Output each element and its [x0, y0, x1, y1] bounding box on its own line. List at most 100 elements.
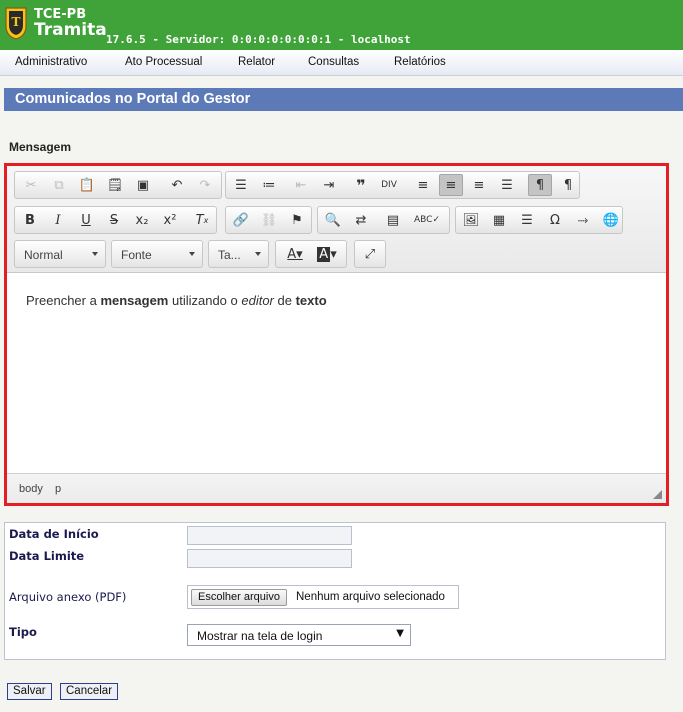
align-left-icon[interactable]: ≡: [411, 174, 435, 196]
copy-icon[interactable]: ⧉: [47, 174, 71, 196]
tipo-label: Tipo: [9, 625, 37, 639]
bold-icon[interactable]: B: [18, 209, 42, 231]
tce-pb-logo: T: [5, 7, 27, 40]
justify-icon[interactable]: ☰: [495, 174, 519, 196]
chevron-down-icon: [255, 252, 261, 256]
italic-icon[interactable]: I: [46, 209, 70, 231]
iframe-icon[interactable]: 🌐: [599, 209, 623, 231]
tools-group: ⤢: [354, 240, 386, 268]
menu-relator[interactable]: Relator: [238, 56, 275, 68]
paste-text-icon[interactable]: 🗒: [103, 174, 127, 196]
message-form: Data de Início Data Limite Arquivo anexo…: [4, 522, 666, 660]
find-icon[interactable]: 🔍: [321, 209, 345, 231]
tipo-select-value: Mostrar na tela de login: [197, 629, 323, 643]
image-icon[interactable]: 🖼: [459, 209, 483, 231]
data-inicio-label: Data de Início: [9, 527, 99, 541]
content-italic: editor: [241, 293, 274, 308]
menu-ato-processual[interactable]: Ato Processual: [125, 56, 202, 68]
arquivo-label: Arquivo anexo (PDF): [9, 590, 127, 604]
rich-text-editor: ✂ ⧉ 📋 🗒 ▣ ↶ ↷ ☰ ≔ ⇤ ⇥ ❞ DIV ≡ ≡ ≡ ☰ ¶ ¶ …: [4, 163, 669, 506]
editor-path-bar: body p: [7, 473, 666, 503]
data-inicio-field[interactable]: [187, 526, 352, 545]
table-icon[interactable]: ▦: [487, 209, 511, 231]
chevron-down-icon: ▼: [396, 628, 404, 639]
colors-group: A▾ A ▾: [275, 240, 347, 268]
special-char-icon[interactable]: Ω: [543, 209, 567, 231]
basic-styles-group: B I U S x₂ x² Tx: [14, 206, 217, 234]
paste-icon[interactable]: 📋: [75, 174, 99, 196]
subscript-icon[interactable]: x₂: [130, 209, 154, 231]
size-combo-value: Ta...: [218, 248, 241, 262]
blockquote-icon[interactable]: ❞: [349, 174, 373, 196]
outdent-icon[interactable]: ⇤: [289, 174, 313, 196]
font-combo[interactable]: Fonte: [111, 240, 203, 268]
align-center-icon[interactable]: ≡: [439, 174, 463, 196]
link-icon[interactable]: 🔗: [229, 209, 253, 231]
links-group: 🔗 ⛓ ⚑: [225, 206, 312, 234]
div-icon[interactable]: DIV: [377, 174, 401, 196]
svg-text:T: T: [12, 15, 21, 29]
numbered-list-icon[interactable]: ☰: [229, 174, 253, 196]
anchor-icon[interactable]: ⚑: [285, 209, 309, 231]
editing-group: 🔍 ⇄ ▤ ABC✓: [317, 206, 450, 234]
choose-file-button[interactable]: Escolher arquivo: [191, 589, 287, 606]
chevron-down-icon: [189, 252, 195, 256]
insert-group: 🖼 ▦ ☰ Ω ⤑ 🌐: [455, 206, 623, 234]
editor-paragraph[interactable]: Preencher a mensagem utilizando o editor…: [26, 293, 647, 308]
paste-word-icon[interactable]: ▣: [131, 174, 155, 196]
spellcheck-icon[interactable]: ABC✓: [411, 209, 443, 231]
redo-icon[interactable]: ↷: [193, 174, 217, 196]
menu-relatorios[interactable]: Relatórios: [394, 56, 446, 68]
tipo-select[interactable]: Mostrar na tela de login ▼: [187, 624, 411, 646]
data-limite-label: Data Limite: [9, 549, 85, 563]
menu-consultas[interactable]: Consultas: [308, 56, 359, 68]
editor-content-area[interactable]: Preencher a mensagem utilizando o editor…: [7, 274, 666, 472]
resize-handle-icon[interactable]: [653, 490, 662, 499]
content-text: utilizando o: [168, 293, 242, 308]
main-menu: Administrativo Ato Processual Relator Co…: [0, 50, 683, 76]
content-bold: mensagem: [100, 293, 169, 308]
message-label: Mensagem: [9, 140, 72, 154]
data-limite-field[interactable]: [187, 549, 352, 568]
select-all-icon[interactable]: ▤: [381, 209, 405, 231]
save-button[interactable]: Salvar: [7, 683, 52, 700]
content-bold: texto: [295, 293, 327, 308]
app-header: T TCE-PB Tramita 17.6.5 - Servidor: 0:0:…: [0, 0, 683, 50]
size-combo[interactable]: Ta...: [208, 240, 269, 268]
path-body[interactable]: body: [19, 483, 43, 495]
strike-icon[interactable]: S: [102, 209, 126, 231]
arquivo-file-input[interactable]: Escolher arquivo Nenhum arquivo selecion…: [187, 585, 459, 609]
underline-icon[interactable]: U: [74, 209, 98, 231]
superscript-icon[interactable]: x²: [158, 209, 182, 231]
file-status: Nenhum arquivo selecionado: [296, 591, 445, 603]
menu-administrativo[interactable]: Administrativo: [15, 56, 87, 68]
align-right-icon[interactable]: ≡: [467, 174, 491, 196]
font-combo-value: Fonte: [121, 248, 152, 262]
page-title: Comunicados no Portal do Gestor: [15, 91, 251, 107]
bg-color-icon[interactable]: A ▾: [312, 243, 342, 265]
undo-icon[interactable]: ↶: [165, 174, 189, 196]
cancel-button[interactable]: Cancelar: [60, 683, 119, 700]
ltr-icon[interactable]: ¶: [528, 174, 552, 196]
unlink-icon[interactable]: ⛓: [257, 209, 281, 231]
format-combo[interactable]: Normal: [14, 240, 106, 268]
rtl-icon[interactable]: ¶: [556, 174, 580, 196]
path-p[interactable]: p: [55, 483, 61, 495]
brand-name: Tramita: [34, 20, 107, 40]
content-text: de: [273, 293, 296, 308]
bulleted-list-icon[interactable]: ≔: [257, 174, 281, 196]
page-break-icon[interactable]: ⤑: [571, 209, 595, 231]
page-title-bar: Comunicados no Portal do Gestor: [4, 88, 683, 111]
content-text: Preencher a: [26, 293, 101, 308]
indent-icon[interactable]: ⇥: [317, 174, 341, 196]
clipboard-group: ✂ ⧉ 📋 🗒 ▣ ↶ ↷: [14, 171, 222, 199]
chevron-down-icon: [92, 252, 98, 256]
paragraph-group: ☰ ≔ ⇤ ⇥ ❞ DIV ≡ ≡ ≡ ☰ ¶ ¶: [225, 171, 580, 199]
cut-icon[interactable]: ✂: [19, 174, 43, 196]
horizontal-rule-icon[interactable]: ☰: [515, 209, 539, 231]
maximize-icon[interactable]: ⤢: [358, 243, 382, 265]
format-combo-value: Normal: [24, 248, 63, 262]
replace-icon[interactable]: ⇄: [349, 209, 373, 231]
text-color-icon[interactable]: A▾: [280, 243, 310, 265]
remove-format-icon[interactable]: Tx: [190, 209, 214, 231]
